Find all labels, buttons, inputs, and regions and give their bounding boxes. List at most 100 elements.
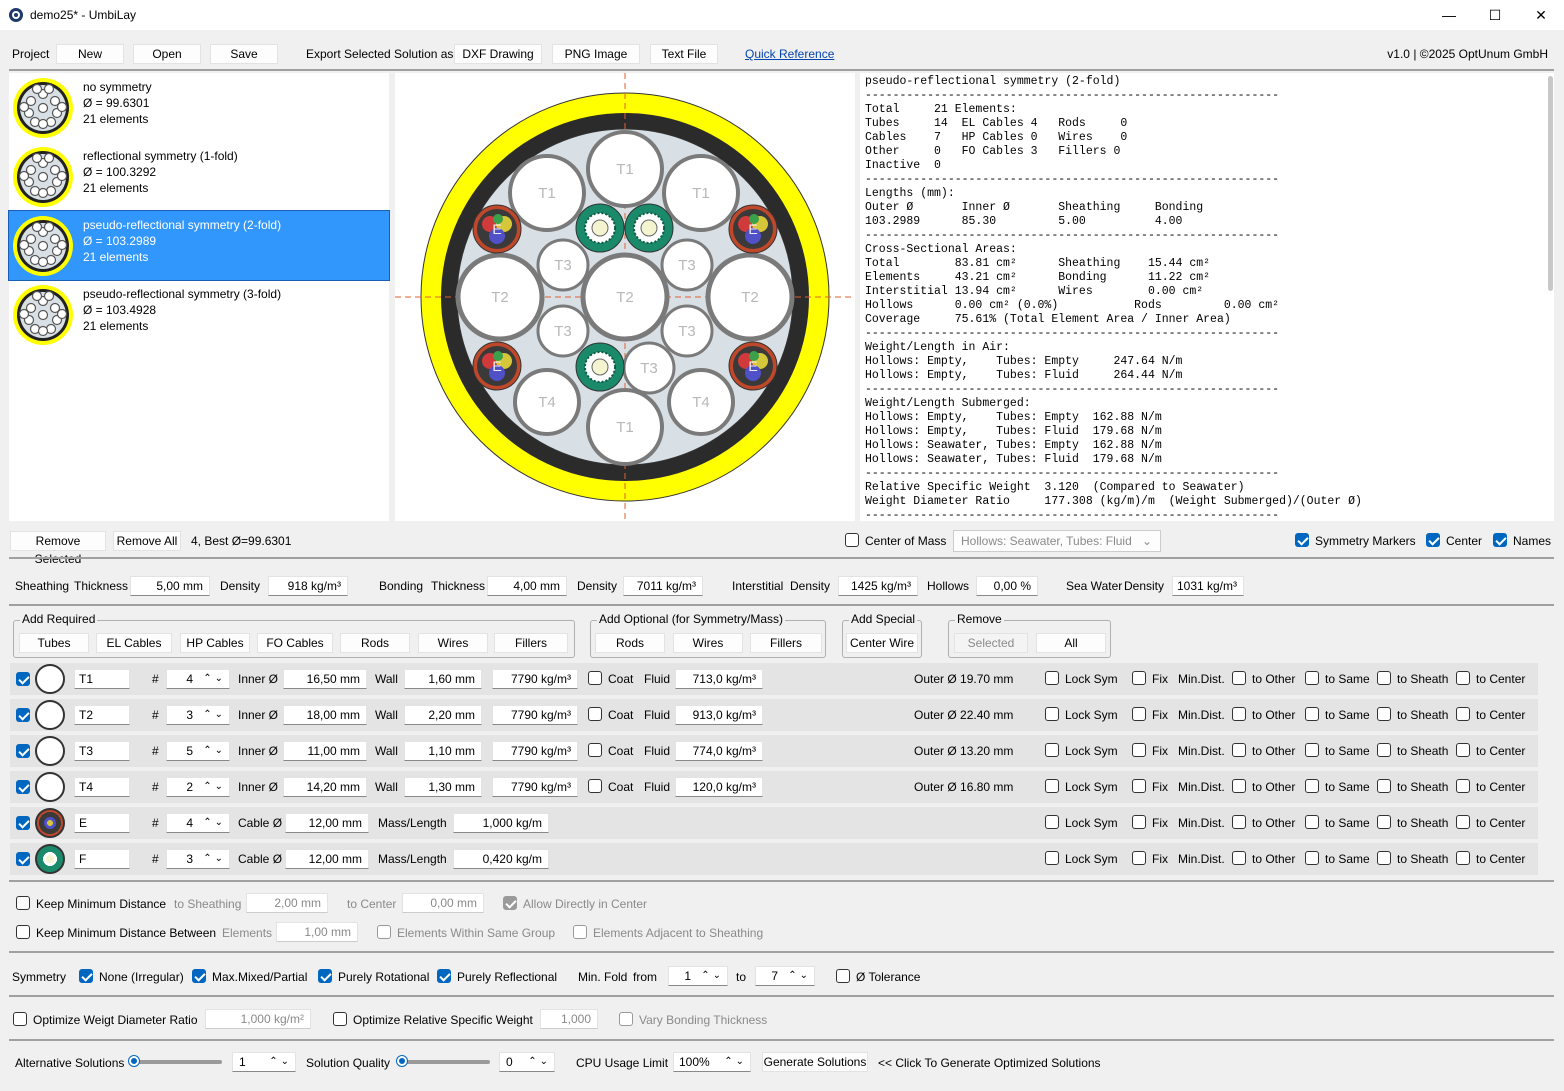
to-other-checkbox[interactable] xyxy=(1232,671,1246,685)
element-name-input[interactable]: E xyxy=(74,813,130,833)
lock-sym-checkbox[interactable] xyxy=(1045,779,1059,793)
to-same-checkbox[interactable] xyxy=(1305,671,1319,685)
lock-sym-checkbox[interactable] xyxy=(1045,671,1059,685)
center-wire-button[interactable]: Center Wire xyxy=(846,633,918,653)
fluid-density-input[interactable]: 713,0 kg/m³ xyxy=(675,669,763,689)
element-count-spinner[interactable]: 2 ⌃⌄ xyxy=(166,777,230,797)
hollows-combo[interactable]: Hollows: Seawater, Tubes: Fluid ⌄ xyxy=(953,530,1161,552)
save-button[interactable]: Save xyxy=(210,44,278,64)
wall-input[interactable]: 1,10 mm xyxy=(404,741,482,761)
element-active-checkbox[interactable] xyxy=(16,744,30,758)
add-required-hp-cables-button[interactable]: HP Cables xyxy=(180,633,250,653)
solution-item[interactable]: pseudo-reflectional symmetry (2-fold) Ø =… xyxy=(8,210,390,281)
add-required-el-cables-button[interactable]: EL Cables xyxy=(96,633,172,653)
add-optional-wires-button[interactable]: Wires xyxy=(673,633,743,653)
tube-density-input[interactable]: 7790 kg/m³ xyxy=(492,705,578,725)
to-center-checkbox[interactable] xyxy=(1456,671,1470,685)
to-sheath-checkbox[interactable] xyxy=(1377,815,1391,829)
cable-diameter-input[interactable]: 12,00 mm xyxy=(285,813,369,833)
minimize-button[interactable]: — xyxy=(1426,0,1472,30)
to-sheath-checkbox[interactable] xyxy=(1377,851,1391,865)
lock-sym-checkbox[interactable] xyxy=(1045,743,1059,757)
center-checkbox[interactable] xyxy=(1426,533,1440,547)
element-count-spinner[interactable]: 5 ⌃⌄ xyxy=(166,741,230,761)
maximize-button[interactable]: ☐ xyxy=(1472,0,1518,30)
keep-between-checkbox[interactable] xyxy=(16,925,30,939)
wall-input[interactable]: 1,30 mm xyxy=(404,777,482,797)
add-optional-rods-button[interactable]: Rods xyxy=(595,633,665,653)
within-group-checkbox[interactable] xyxy=(377,925,391,939)
coat-checkbox[interactable] xyxy=(588,779,602,793)
cable-diameter-input[interactable]: 12,00 mm xyxy=(285,849,369,869)
cpu-spinner[interactable]: 100% ⌃⌄ xyxy=(673,1052,751,1072)
to-other-checkbox[interactable] xyxy=(1232,743,1246,757)
fix-checkbox[interactable] xyxy=(1132,815,1146,829)
symmetry-rotational-checkbox[interactable] xyxy=(318,969,332,983)
element-name-input[interactable]: T3 xyxy=(74,741,130,761)
wall-input[interactable]: 2,20 mm xyxy=(404,705,482,725)
lock-sym-checkbox[interactable] xyxy=(1045,851,1059,865)
optimize-wdr-input[interactable]: 1,000 kg/m² xyxy=(205,1009,311,1029)
add-required-tubes-button[interactable]: Tubes xyxy=(19,633,89,653)
element-name-input[interactable]: T4 xyxy=(74,777,130,797)
element-name-input[interactable]: T1 xyxy=(74,669,130,689)
new-button[interactable]: New xyxy=(56,44,124,64)
to-sheath-checkbox[interactable] xyxy=(1377,671,1391,685)
element-count-spinner[interactable]: 3 ⌃⌄ xyxy=(166,849,230,869)
fold-to-spinner[interactable]: 7 ⌃⌄ xyxy=(755,966,815,986)
solution-item[interactable]: pseudo-reflectional symmetry (3-fold) Ø =… xyxy=(9,280,389,349)
alt-solutions-slider[interactable] xyxy=(130,1060,222,1064)
sea-water-density-input[interactable]: 1031 kg/m³ xyxy=(1172,576,1244,596)
symmetry-none-checkbox[interactable] xyxy=(79,969,93,983)
bonding-density-input[interactable]: 7011 kg/m³ xyxy=(623,576,703,596)
mass-length-input[interactable]: 1,000 kg/m xyxy=(453,813,549,833)
fix-checkbox[interactable] xyxy=(1132,851,1146,865)
close-button[interactable]: ✕ xyxy=(1518,0,1564,30)
to-sheath-checkbox[interactable] xyxy=(1377,743,1391,757)
tube-density-input[interactable]: 7790 kg/m³ xyxy=(492,777,578,797)
sheathing-thickness-input[interactable]: 5,00 mm xyxy=(130,576,210,596)
hollows-input[interactable]: 0,00 % xyxy=(976,576,1038,596)
inner-diameter-input[interactable]: 14,20 mm xyxy=(283,777,367,797)
symmetry-reflectional-checkbox[interactable] xyxy=(437,969,451,983)
fluid-density-input[interactable]: 913,0 kg/m³ xyxy=(675,705,763,725)
to-same-checkbox[interactable] xyxy=(1305,851,1319,865)
elements-distance-input[interactable]: 1,00 mm xyxy=(276,922,358,942)
to-center-checkbox[interactable] xyxy=(1456,815,1470,829)
report-scrollbar[interactable] xyxy=(1548,76,1553,291)
bonding-thickness-input[interactable]: 4,00 mm xyxy=(487,576,567,596)
remove-selected-solution-button[interactable]: Remove Selected xyxy=(10,531,106,566)
element-count-spinner[interactable]: 4 ⌃⌄ xyxy=(166,669,230,689)
to-other-checkbox[interactable] xyxy=(1232,779,1246,793)
to-center-checkbox[interactable] xyxy=(1456,707,1470,721)
tolerance-checkbox[interactable] xyxy=(836,969,850,983)
element-name-input[interactable]: F xyxy=(74,849,130,869)
element-name-input[interactable]: T2 xyxy=(74,705,130,725)
element-active-checkbox[interactable] xyxy=(16,816,30,830)
solutions-list[interactable]: no symmetry Ø = 99.6301 21 elements reflect… xyxy=(8,73,390,521)
export-png-button[interactable]: PNG Image xyxy=(552,44,640,64)
solution-item[interactable]: no symmetry Ø = 99.6301 21 elements xyxy=(9,73,389,142)
to-other-checkbox[interactable] xyxy=(1232,815,1246,829)
to-same-checkbox[interactable] xyxy=(1305,743,1319,757)
inner-diameter-input[interactable]: 16,50 mm xyxy=(283,669,367,689)
sheathing-density-input[interactable]: 918 kg/m³ xyxy=(268,576,348,596)
inner-diameter-input[interactable]: 18,00 mm xyxy=(283,705,367,725)
to-sheath-checkbox[interactable] xyxy=(1377,707,1391,721)
to-center-checkbox[interactable] xyxy=(1456,851,1470,865)
wall-input[interactable]: 1,60 mm xyxy=(404,669,482,689)
to-sheath-checkbox[interactable] xyxy=(1377,779,1391,793)
symmetry-markers-checkbox[interactable] xyxy=(1295,533,1309,547)
to-same-checkbox[interactable] xyxy=(1305,779,1319,793)
quick-reference-link[interactable]: Quick Reference xyxy=(745,46,834,62)
adjacent-sheathing-checkbox[interactable] xyxy=(573,925,587,939)
open-button[interactable]: Open xyxy=(133,44,201,64)
alt-solutions-slider-thumb[interactable] xyxy=(129,1056,139,1066)
add-optional-fillers-button[interactable]: Fillers xyxy=(750,633,822,653)
remove-selected-element-button[interactable]: Selected xyxy=(954,633,1028,653)
optimize-rsw-input[interactable]: 1,000 xyxy=(540,1009,598,1029)
inner-diameter-input[interactable]: 11,00 mm xyxy=(283,741,367,761)
fix-checkbox[interactable] xyxy=(1132,743,1146,757)
keep-min-distance-checkbox[interactable] xyxy=(16,896,30,910)
fix-checkbox[interactable] xyxy=(1132,707,1146,721)
